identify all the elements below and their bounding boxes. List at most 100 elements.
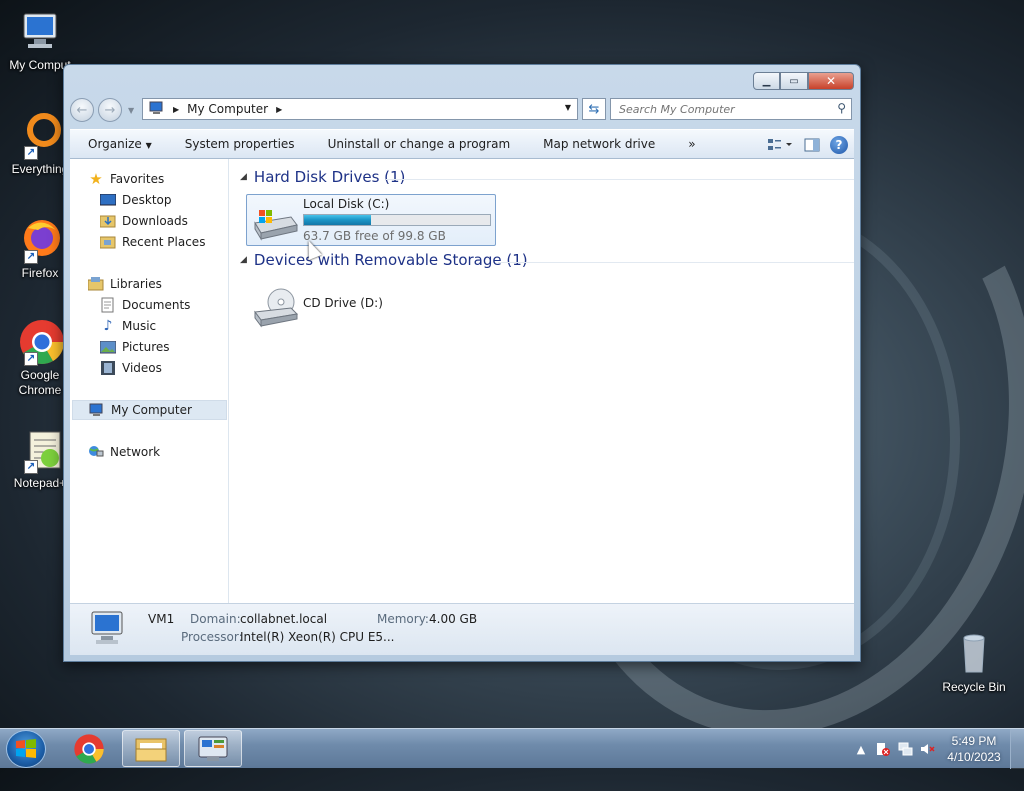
libraries-icon	[88, 276, 104, 292]
view-options-icon	[768, 139, 792, 150]
control-panel-icon	[198, 736, 228, 761]
breadcrumb-arrow-icon[interactable]: ▶	[276, 105, 282, 114]
view-controls: ?	[766, 130, 854, 160]
system-properties-button[interactable]: System properties	[167, 137, 310, 151]
preview-pane-icon	[804, 138, 820, 152]
nav-item-libraries[interactable]: Libraries	[88, 274, 162, 294]
cd-drive-icon	[251, 288, 299, 328]
processor-label: Processor:	[181, 630, 243, 644]
shortcut-arrow-icon: ↗	[24, 352, 38, 366]
collapse-triangle-icon[interactable]: ◢	[240, 172, 247, 182]
memory-value: 4.00 GB	[429, 612, 478, 626]
taskbar: ▲ 5:49 PM 4/10/2023	[0, 728, 1024, 769]
back-button[interactable]: ←	[70, 98, 94, 122]
group-title: Hard Disk Drives (1)	[253, 168, 406, 186]
help-button[interactable]: ?	[830, 136, 848, 154]
breadcrumb-arrow-icon[interactable]: ▶	[173, 105, 179, 114]
downloads-folder-icon	[100, 213, 116, 229]
computer-icon	[16, 8, 64, 56]
chrome-icon	[74, 733, 104, 764]
drive-c-tile[interactable]: Local Disk (C:) 63.7 GB free of 99.8 GB	[246, 194, 496, 246]
documents-icon	[100, 297, 116, 313]
navigation-bar: ← → ▼ ▶ My Computer ▶ ▼ ⇆ ⚲	[70, 97, 852, 123]
more-commands-button[interactable]: »	[670, 137, 710, 151]
taskbar-clock[interactable]: 5:49 PM 4/10/2023	[938, 733, 1010, 765]
forward-button[interactable]: →	[98, 98, 122, 122]
desktop-icon-recycle-bin[interactable]: Recycle Bin	[934, 630, 1014, 695]
nav-item-network[interactable]: Network	[88, 442, 160, 462]
search-input[interactable]	[617, 100, 817, 118]
clock-date: 4/10/2023	[947, 750, 1001, 764]
start-button[interactable]	[6, 730, 46, 768]
maximize-button[interactable]: ▭	[780, 72, 808, 90]
taskbar-explorer[interactable]	[122, 730, 180, 767]
nav-item-music[interactable]: ♪ Music	[100, 316, 157, 336]
forward-arrow-icon: →	[104, 102, 116, 118]
refresh-button[interactable]: ⇆	[582, 98, 606, 120]
computer-name: VM1	[148, 612, 175, 626]
group-divider	[386, 179, 854, 180]
computer-small-icon	[149, 101, 165, 118]
breadcrumb-my-computer[interactable]: My Computer	[187, 102, 268, 116]
drive-c-usage-bar	[303, 214, 491, 226]
taskbar-chrome[interactable]	[60, 730, 118, 767]
network-icon	[88, 444, 104, 460]
nav-item-documents[interactable]: Documents	[100, 295, 190, 315]
nav-label: Music	[122, 319, 157, 333]
domain-label: Domain:	[190, 612, 241, 626]
nav-label: Favorites	[110, 172, 165, 186]
show-desktop-button[interactable]	[1010, 729, 1024, 769]
chevron-down-icon: ▼	[145, 141, 152, 150]
nav-item-pictures[interactable]: Pictures	[100, 337, 170, 357]
nav-label: Libraries	[110, 277, 162, 291]
address-bar[interactable]: ▶ My Computer ▶ ▼	[142, 98, 578, 120]
windows-logo-icon	[16, 739, 36, 758]
help-icon: ?	[835, 138, 843, 152]
domain-value: collabnet.local	[240, 612, 328, 626]
organize-menu[interactable]: Organize ▼	[70, 137, 167, 151]
address-dropdown-icon[interactable]: ▼	[565, 103, 571, 112]
preview-pane-button[interactable]	[798, 134, 826, 156]
group-header-removable[interactable]: ◢ Devices with Removable Storage (1)	[240, 251, 528, 269]
chrome-icon: ↗	[16, 318, 64, 366]
uninstall-program-button[interactable]: Uninstall or change a program	[310, 137, 526, 151]
minimize-button[interactable]: ▁	[753, 72, 780, 90]
change-view-button[interactable]	[766, 134, 794, 156]
nav-item-my-computer[interactable]: My Computer	[72, 400, 227, 420]
organize-label: Organize	[88, 137, 142, 151]
action-center-icon[interactable]	[872, 738, 894, 760]
collapse-triangle-icon[interactable]: ◢	[240, 255, 247, 265]
hard-drive-icon	[251, 205, 299, 241]
drive-d-name: CD Drive (D:)	[303, 296, 383, 310]
nav-item-videos[interactable]: Videos	[100, 358, 162, 378]
content-area: ★ Favorites Desktop Downloads Recent Plac…	[70, 159, 854, 603]
search-icon[interactable]: ⚲	[837, 101, 846, 115]
back-arrow-icon: ←	[76, 102, 88, 118]
nav-label: Videos	[122, 361, 162, 375]
processor-value: Intel(R) Xeon(R) CPU E5...	[240, 630, 395, 644]
drive-d-tile[interactable]: CD Drive (D:)	[246, 277, 496, 329]
nav-item-desktop[interactable]: Desktop	[100, 190, 172, 210]
map-network-drive-button[interactable]: Map network drive	[525, 137, 670, 151]
explorer-window[interactable]: ▁ ▭ ✕ ← → ▼ ▶ My Computer ▶ ▼ ⇆ ⚲ Organi…	[63, 64, 861, 662]
nav-label: Documents	[122, 298, 191, 312]
star-icon: ★	[89, 170, 103, 188]
notepad-plus-icon: ↗	[16, 426, 64, 474]
group-header-hard-disks[interactable]: ◢ Hard Disk Drives (1)	[240, 168, 405, 186]
command-bar: Organize ▼ System properties Uninstall o…	[70, 129, 854, 159]
show-hidden-icons-button[interactable]: ▲	[850, 738, 872, 760]
nav-item-recent-places[interactable]: Recent Places	[100, 232, 205, 252]
network-tray-icon[interactable]	[894, 738, 916, 760]
search-box[interactable]: ⚲	[610, 98, 852, 120]
close-button[interactable]: ✕	[808, 72, 854, 90]
recent-pages-dropdown-icon[interactable]: ▼	[128, 106, 134, 115]
volume-muted-icon[interactable]	[916, 738, 938, 760]
nav-label: Pictures	[122, 340, 170, 354]
taskbar-control-panel[interactable]	[184, 730, 242, 767]
clock-time: 5:49 PM	[951, 734, 997, 748]
nav-item-favorites[interactable]: ★ Favorites	[88, 169, 164, 189]
memory-label: Memory:	[377, 612, 429, 626]
recycle-bin-icon	[950, 630, 998, 678]
nav-label: Recent Places	[122, 235, 206, 249]
nav-item-downloads[interactable]: Downloads	[100, 211, 188, 231]
